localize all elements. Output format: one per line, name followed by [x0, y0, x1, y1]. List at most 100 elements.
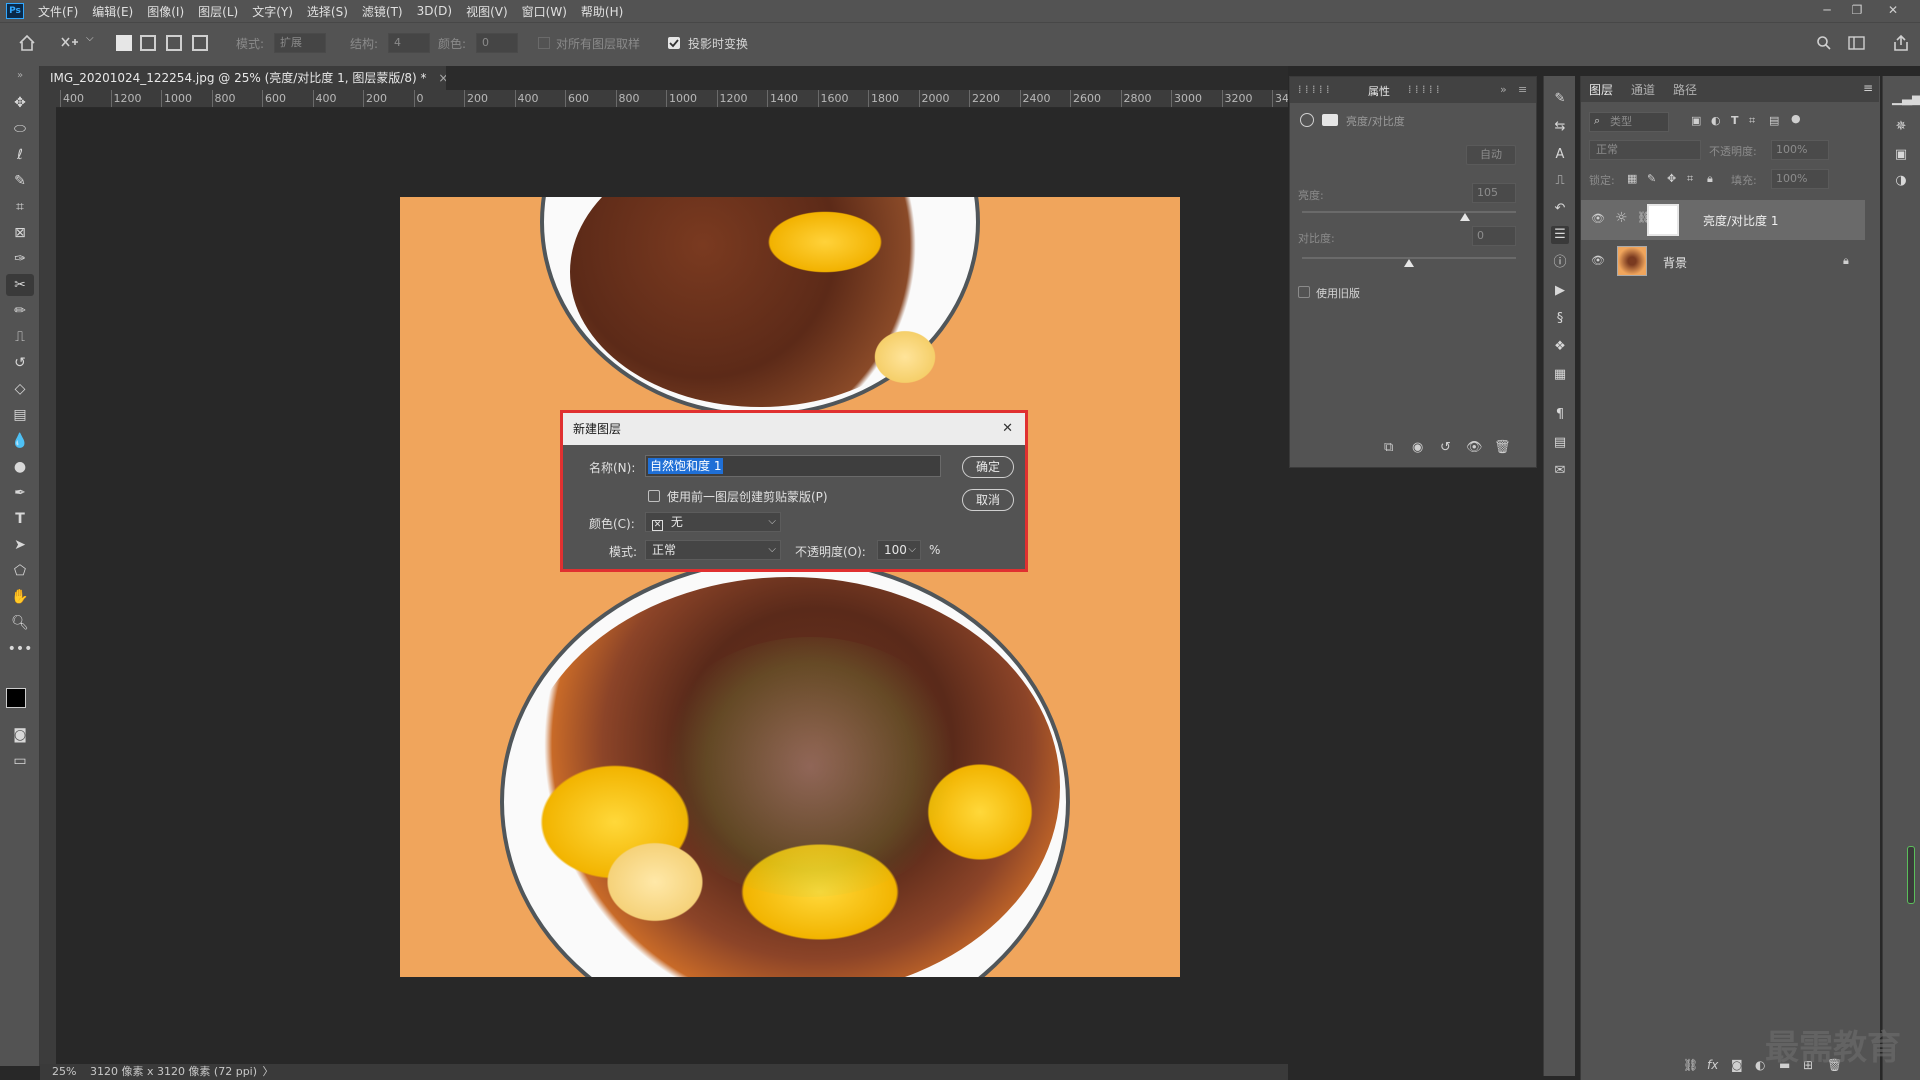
mode-select[interactable]: 扩展 — [274, 33, 326, 53]
blend-mode-select[interactable]: 正常 — [1589, 140, 1701, 160]
quick-mask-icon[interactable]: ◙ — [6, 724, 34, 746]
panel-scrollbar[interactable] — [1907, 846, 1915, 904]
actions-icon[interactable]: ▶ — [1551, 282, 1569, 300]
intersect-selection-icon[interactable] — [192, 35, 208, 51]
opacity-field[interactable]: 100 ⌵ — [877, 540, 921, 560]
layers-panel-menu-icon[interactable]: ≡ — [1863, 81, 1873, 95]
menu-select[interactable]: 选择(S) — [307, 3, 348, 20]
clip-to-layer-icon[interactable]: ⧉ — [1384, 440, 1393, 455]
vertical-ruler[interactable] — [40, 108, 56, 1064]
zoom-tool-icon[interactable]: 🔍︎ — [6, 612, 34, 634]
menu-filter[interactable]: 滤镜(T) — [362, 3, 403, 20]
layer-row-background[interactable]: 👁︎ 背景 🔒︎ — [1581, 242, 1865, 282]
zoom-level[interactable]: 25% — [52, 1065, 76, 1078]
clone-stamp-tool-icon[interactable]: ⎍ — [6, 326, 34, 348]
eraser-tool-icon[interactable]: ◇ — [6, 378, 34, 400]
libraries-icon[interactable]: ▤ — [1551, 434, 1569, 452]
layer-opacity-field[interactable]: 100% — [1771, 140, 1829, 160]
crop-tool-icon[interactable]: ⌗ — [6, 196, 34, 218]
menu-layer[interactable]: 图层(L) — [198, 3, 238, 20]
dodge-tool-icon[interactable]: ● — [6, 456, 34, 478]
contrast-slider-thumb[interactable] — [1404, 259, 1414, 267]
filter-shape-icon[interactable]: ⌗ — [1749, 114, 1755, 128]
eyedropper-tool-icon[interactable]: ✑ — [6, 248, 34, 270]
lock-all-icon[interactable]: 🔒︎ — [1707, 172, 1713, 186]
character-icon[interactable]: A — [1551, 146, 1569, 164]
layer-name[interactable]: 亮度/对比度 1 — [1703, 212, 1779, 229]
swatches-icon[interactable]: ▣ — [1892, 146, 1910, 164]
foreground-color-swatch[interactable] — [6, 688, 26, 708]
lock-position-icon[interactable]: ✥ — [1667, 172, 1676, 185]
adjustments-icon[interactable]: ⇆ — [1551, 118, 1569, 136]
layer-name-input[interactable]: 自然饱和度 1 — [645, 455, 941, 477]
content-aware-move-tool-icon[interactable]: ✂ — [6, 274, 34, 296]
marquee-tool-icon[interactable]: ⬭ — [6, 118, 34, 140]
cancel-button[interactable]: 取消 — [962, 489, 1014, 511]
move-tool-icon[interactable]: ✥ — [6, 92, 34, 114]
structure-select[interactable]: 4 — [388, 33, 430, 53]
lock-transparent-icon[interactable]: ▦ — [1627, 172, 1637, 185]
histogram-icon[interactable]: ▁▃▅ — [1892, 90, 1920, 108]
shape-tool-icon[interactable]: ⬠ — [6, 560, 34, 582]
content-aware-move-tool-icon[interactable] — [60, 34, 80, 52]
menu-image[interactable]: 图像(I) — [147, 3, 184, 20]
gradient-tool-icon[interactable]: ▤ — [6, 404, 34, 426]
filter-smart-object-icon[interactable]: ▤ — [1769, 114, 1779, 127]
document-tab-close-icon[interactable]: × — [438, 71, 446, 85]
view-previous-state-icon[interactable]: ◉ — [1412, 440, 1423, 455]
history-icon[interactable]: ↶ — [1551, 200, 1569, 218]
tool-preset-chevron-icon[interactable]: ⌵ — [86, 33, 94, 44]
menu-edit[interactable]: 编辑(E) — [92, 3, 133, 20]
subtract-from-selection-icon[interactable] — [166, 35, 182, 51]
tab-channels[interactable]: 通道 — [1631, 81, 1655, 98]
dialog-titlebar[interactable]: 新建图层 ✕ — [563, 413, 1025, 445]
brightness-slider[interactable] — [1302, 211, 1516, 213]
timeline-icon[interactable]: § — [1551, 310, 1569, 328]
fill-field[interactable]: 100% — [1771, 169, 1829, 189]
new-selection-icon[interactable] — [116, 35, 132, 51]
panel-grip-icon[interactable]: ⁞ ⁞ ⁞ ⁞ ⁞ — [1298, 83, 1329, 96]
toggle-visibility-icon[interactable]: 👁︎ — [1466, 440, 1483, 455]
sample-all-layers-checkbox[interactable] — [538, 37, 550, 49]
panel-grip-icon-2[interactable]: ⁞ ⁞ ⁞ ⁞ ⁞ — [1408, 83, 1439, 96]
path-selection-tool-icon[interactable]: ➤ — [6, 534, 34, 556]
status-menu-arrow-icon[interactable]: 〉 — [263, 1065, 274, 1078]
navigator-icon[interactable]: ✵ — [1892, 118, 1910, 136]
info-icon[interactable]: ⓘ — [1551, 254, 1569, 272]
layer-name[interactable]: 背景 — [1663, 254, 1687, 271]
contrast-value-field[interactable]: 0 — [1472, 226, 1516, 246]
pen-tool-icon[interactable]: ✒ — [6, 482, 34, 504]
document-image[interactable] — [400, 197, 1180, 977]
frame-tool-icon[interactable]: ⊠ — [6, 222, 34, 244]
3d-icon[interactable]: ❖ — [1551, 338, 1569, 356]
search-icon[interactable] — [1816, 35, 1832, 51]
menu-view[interactable]: 视图(V) — [466, 3, 508, 20]
share-icon[interactable] — [1892, 34, 1910, 52]
quick-selection-tool-icon[interactable]: ✎ — [6, 170, 34, 192]
opacity-chevron-icon[interactable]: ⌵ — [908, 541, 916, 559]
document-tab[interactable]: IMG_20201024_122254.jpg @ 25% (亮度/对比度 1,… — [40, 66, 446, 90]
reset-adjustment-icon[interactable]: ↺ — [1440, 440, 1451, 455]
tab-paths[interactable]: 路径 — [1673, 81, 1697, 98]
menu-type[interactable]: 文字(Y) — [252, 3, 293, 20]
menu-help[interactable]: 帮助(H) — [581, 3, 623, 20]
new-adjustment-layer-icon[interactable]: ◐ — [1755, 1058, 1765, 1072]
blur-tool-icon[interactable]: 💧 — [6, 430, 34, 452]
use-legacy-checkbox[interactable] — [1298, 286, 1310, 298]
blend-mode-select[interactable]: 正常 ⌵ — [645, 540, 781, 560]
properties-icon[interactable]: ☰ — [1551, 226, 1569, 244]
minimize-button[interactable]: ─ — [1810, 0, 1844, 22]
layer-mask-thumbnail[interactable] — [1647, 204, 1679, 236]
layer-visibility-eye-icon[interactable]: 👁︎ — [1591, 254, 1605, 267]
brush-tool-icon[interactable]: ✏ — [6, 300, 34, 322]
collapse-toolbar-icon[interactable]: » — [6, 70, 34, 81]
color-icon[interactable]: ◑ — [1892, 172, 1910, 190]
filter-adjustment-icon[interactable]: ◐ — [1711, 114, 1721, 127]
dialog-close-icon[interactable]: ✕ — [1002, 413, 1013, 445]
tab-properties[interactable]: 属性 — [1368, 83, 1390, 99]
screen-mode-icon[interactable]: ▭ — [6, 750, 34, 772]
workspace-icon[interactable] — [1848, 35, 1866, 51]
transform-on-drop-checkbox[interactable] — [668, 37, 680, 49]
color-select[interactable]: 0 — [476, 33, 518, 53]
lasso-tool-icon[interactable]: ℓ — [6, 144, 34, 166]
